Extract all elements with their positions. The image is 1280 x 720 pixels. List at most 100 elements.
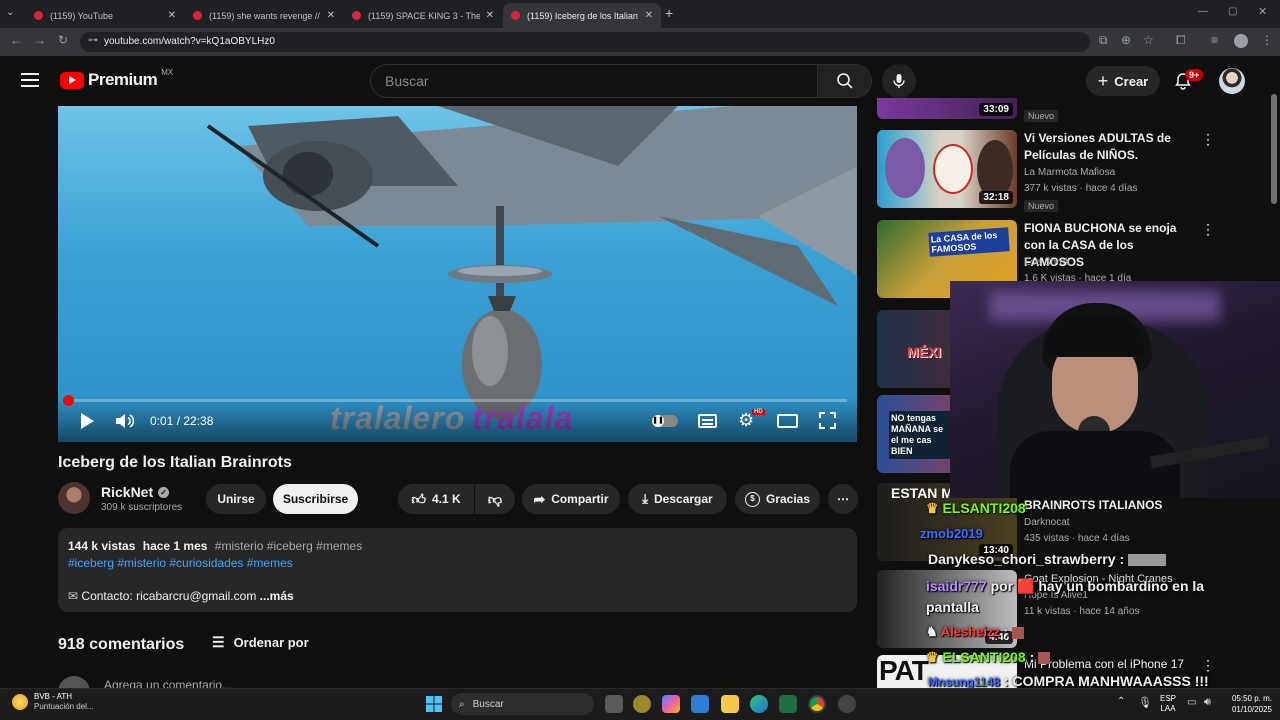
page-scrollbar[interactable] [1271, 94, 1277, 204]
more-options-icon[interactable]: ⋮ [1201, 657, 1215, 674]
maximize-button[interactable]: ▢ [1228, 6, 1237, 17]
chat-username: isaidr777 [926, 578, 987, 594]
video-frame-illustration [206, 106, 857, 419]
bookmark-star-icon[interactable]: ☆ [1143, 33, 1154, 47]
network-icon[interactable]: ▭ [1187, 697, 1196, 708]
search-button[interactable] [817, 64, 872, 98]
more-options-icon[interactable]: ⋮ [1201, 131, 1215, 148]
store-icon[interactable] [691, 695, 709, 713]
video-duration: 32:18 [979, 191, 1013, 204]
system-tray-chevron-icon[interactable]: ⌃ [1117, 696, 1125, 707]
language-indicator[interactable]: ESP LAA [1160, 694, 1176, 714]
site-info-icon[interactable]: ⊶ [88, 35, 98, 46]
recommended-title[interactable]: BRAINROTS ITALIANOS [1024, 497, 1162, 514]
tab-iceberg-active[interactable]: (1159) Iceberg de los Italian Bra✕ [503, 3, 661, 28]
recommended-thumbnail[interactable]: 32:18 [877, 130, 1017, 208]
reload-icon[interactable]: ↻ [58, 33, 68, 47]
close-tab-icon[interactable]: ✕ [327, 10, 335, 21]
hashtags-line-1[interactable]: #misterio #iceberg #memes [215, 539, 362, 553]
hashtags-line-2[interactable]: #iceberg #misterio #curiosidades #memes [68, 555, 847, 572]
thumbnail-text: NO tengas MAÑANA se el me cas BIEN [889, 411, 951, 459]
dislike-button[interactable]: 👎︎ [475, 484, 515, 514]
search-input[interactable]: Buscar [370, 64, 818, 98]
play-button[interactable] [80, 413, 94, 434]
more-options-icon[interactable]: ⋮ [1201, 221, 1215, 238]
autoplay-toggle[interactable]: ❚❚ [652, 415, 678, 427]
minimize-button[interactable]: — [1198, 6, 1208, 17]
show-more-link[interactable]: ...más [260, 589, 294, 603]
tray-microphone-icon[interactable]: 🎙︎ [1138, 696, 1152, 709]
excel-icon[interactable] [779, 695, 797, 713]
new-badge: Nuevo [1024, 200, 1059, 212]
tab-youtube-home[interactable]: (1159) YouTube ✕ [26, 3, 184, 28]
recommended-channel[interactable]: La Marmota Mafiosa [1024, 167, 1115, 178]
chat-message: Mnsung1148 : COMPRA MANHWAAASSS !!! [928, 673, 1209, 689]
tab-list-icon[interactable]: ⌄ [6, 7, 14, 18]
edge-icon[interactable] [750, 695, 768, 713]
hamburger-menu-icon[interactable] [21, 73, 39, 87]
theater-mode-button[interactable] [777, 414, 798, 428]
subscribe-button[interactable]: Suscribirse [273, 484, 358, 514]
streamer-webcam-overlay [950, 281, 1280, 498]
taskbar-search[interactable]: ⌕ Buscar [451, 693, 594, 715]
chat-username: ELSANTI208 [942, 649, 1026, 665]
scrubber-handle[interactable] [63, 395, 74, 406]
start-button[interactable] [426, 696, 442, 712]
sort-comments-button[interactable]: ☰ Ordenar por [212, 634, 309, 651]
join-button[interactable]: Unirse [206, 484, 266, 514]
extensions-icon[interactable]: ⧠ [1176, 33, 1186, 48]
url-field[interactable]: ⊶ youtube.com/watch?v=kQ1aOBYLHz0 [80, 32, 1090, 52]
chat-emote-icon [1038, 652, 1051, 665]
browser-menu-icon[interactable]: ⋮ [1261, 33, 1273, 47]
create-button[interactable]: + Crear [1086, 66, 1160, 96]
reading-list-icon[interactable]: ≡ [1211, 33, 1218, 47]
weather-widget[interactable]: BVB - ATH Puntuación del... [12, 692, 94, 712]
profile-avatar-icon[interactable] [1234, 34, 1248, 48]
chat-emote-icon [1128, 554, 1166, 567]
share-button[interactable]: ➦ Compartir [522, 484, 620, 514]
video-player[interactable]: tralalero tralala [58, 106, 857, 442]
download-button[interactable]: ⤓ Descargar [628, 484, 727, 514]
task-view-icon[interactable] [605, 695, 623, 713]
view-count: 144 k vistas [68, 539, 136, 553]
app-icon[interactable] [838, 695, 856, 713]
tab-space-king[interactable]: (1159) SPACE KING 3 - The Ima✕ [344, 3, 502, 28]
description-box[interactable]: 144 k vistas hace 1 mes #misterio #icebe… [58, 528, 857, 612]
more-actions-button[interactable]: ⋯ [828, 484, 858, 514]
channel-avatar[interactable] [58, 482, 90, 514]
chrome-icon[interactable] [808, 695, 826, 713]
tab-she-wants-revenge[interactable]: (1159) she wants revenge // tea✕ [185, 3, 343, 28]
close-window-button[interactable]: ✕ [1258, 5, 1267, 18]
progress-bar[interactable] [68, 399, 847, 402]
recommended-title[interactable]: Vi Versiones ADULTAS de Películas de NIÑ… [1024, 130, 1194, 164]
close-tab-icon[interactable]: ✕ [486, 10, 494, 21]
volume-button[interactable] [116, 413, 135, 434]
channel-name[interactable]: RickNet ✓ [101, 484, 170, 500]
youtube-premium-logo[interactable]: Premium MX [60, 68, 173, 90]
new-tab-button[interactable]: + [665, 5, 673, 21]
recommended-channel[interactable]: Darknocat [1024, 517, 1070, 528]
back-icon[interactable]: ← [10, 33, 22, 47]
account-avatar[interactable] [1219, 68, 1245, 94]
close-tab-icon[interactable]: ✕ [645, 10, 653, 21]
fullscreen-button[interactable] [819, 412, 836, 429]
voice-search-button[interactable] [882, 64, 916, 98]
file-explorer-icon[interactable] [721, 695, 739, 713]
recommended-channel[interactable]: Ese Shrek [1024, 257, 1070, 268]
volume-icon[interactable]: 🔊︎ [1204, 696, 1211, 709]
forward-icon[interactable]: → [34, 33, 46, 47]
install-app-icon[interactable]: ⧉ [1099, 33, 1108, 48]
video-title: Iceberg de los Italian Brainrots [58, 454, 292, 471]
chat-username: ELSANTI208 [942, 500, 1026, 516]
subtitles-button[interactable] [698, 414, 717, 428]
thanks-button[interactable]: $ Gracias [735, 484, 820, 514]
upload-date: hace 1 mes [142, 539, 208, 553]
comment-count: 918 comentarios [58, 636, 185, 653]
widgets-icon[interactable] [633, 695, 651, 713]
close-tab-icon[interactable]: ✕ [168, 10, 176, 21]
clock[interactable]: 05:50 p. m. 01/10/2025 [1222, 693, 1272, 715]
like-button[interactable]: 👍︎ 4.1 K [398, 484, 474, 514]
zoom-icon[interactable]: ⊕ [1121, 33, 1131, 47]
recommended-thumbnail[interactable]: 33:09 [877, 98, 1017, 119]
copilot-icon[interactable] [662, 695, 680, 713]
